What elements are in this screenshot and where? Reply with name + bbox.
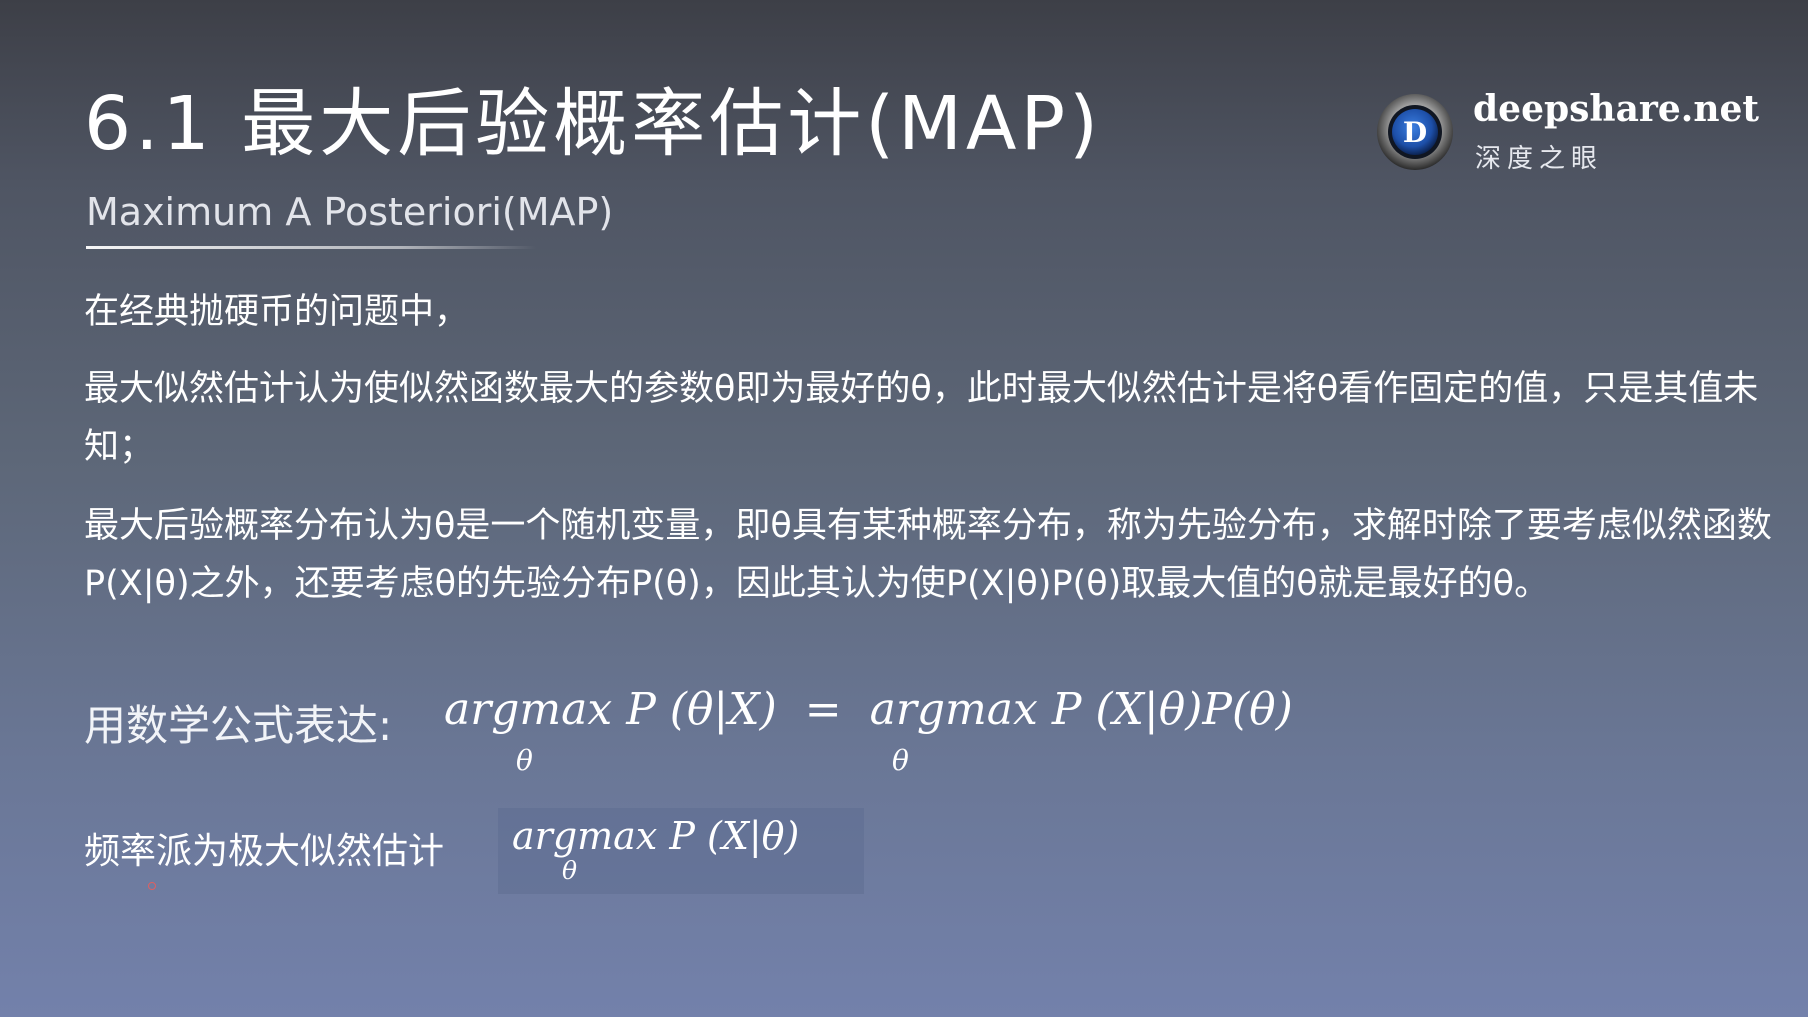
slide: 6.1 最大后验概率估计(MAP) Maximum A Posteriori(M… <box>0 0 1808 1017</box>
frequentist-formula: argmax P (X|θ) <box>512 814 800 858</box>
brand-name: deepshare.net <box>1473 88 1760 130</box>
map-formula-row: 用数学公式表达: argmax P (θ|X) = argmax P (X|θ)… <box>84 684 1584 794</box>
formula-left: argmax P (θ|X) <box>444 684 777 735</box>
slide-title: 6.1 最大后验概率估计(MAP) <box>84 81 1103 167</box>
logo-letter: D <box>1403 116 1427 149</box>
formula-left-subscript: θ <box>516 744 533 777</box>
frequentist-subscript: θ <box>562 856 578 885</box>
pointer-dot <box>148 882 156 890</box>
formula-right-subscript: θ <box>892 744 909 777</box>
paragraph-mle: 最大似然估计认为使似然函数最大的参数θ即为最好的θ，此时最大似然估计是将θ看作固… <box>84 369 1759 467</box>
formula-label: 用数学公式表达: <box>84 701 393 750</box>
frequentist-label: 频率派为极大似然估计 <box>84 831 445 872</box>
frequentist-formula-box: argmax P (X|θ) θ <box>498 808 864 894</box>
brand-chinese-name: 深度之眼 <box>1475 144 1604 174</box>
paragraph-map: 最大后验概率分布认为θ是一个随机变量，即θ具有某种概率分布，称为先验分布，求解时… <box>84 506 1772 604</box>
slide-subtitle: Maximum A Posteriori(MAP) <box>86 190 614 234</box>
paragraph-intro: 在经典抛硬币的问题中， <box>84 292 470 332</box>
formula-equals: = <box>804 684 842 735</box>
frequentist-row: 频率派为极大似然估计 argmax P (X|θ) θ <box>84 808 984 898</box>
map-formula: argmax P (θ|X) = argmax P (X|θ)P(θ) <box>444 684 1293 735</box>
subtitle-underline <box>86 246 536 249</box>
brand-logo: D deepshare.net 深度之眼 <box>1375 88 1759 178</box>
eye-logo-icon: D <box>1377 94 1453 170</box>
formula-right: argmax P (X|θ)P(θ) <box>869 684 1293 735</box>
